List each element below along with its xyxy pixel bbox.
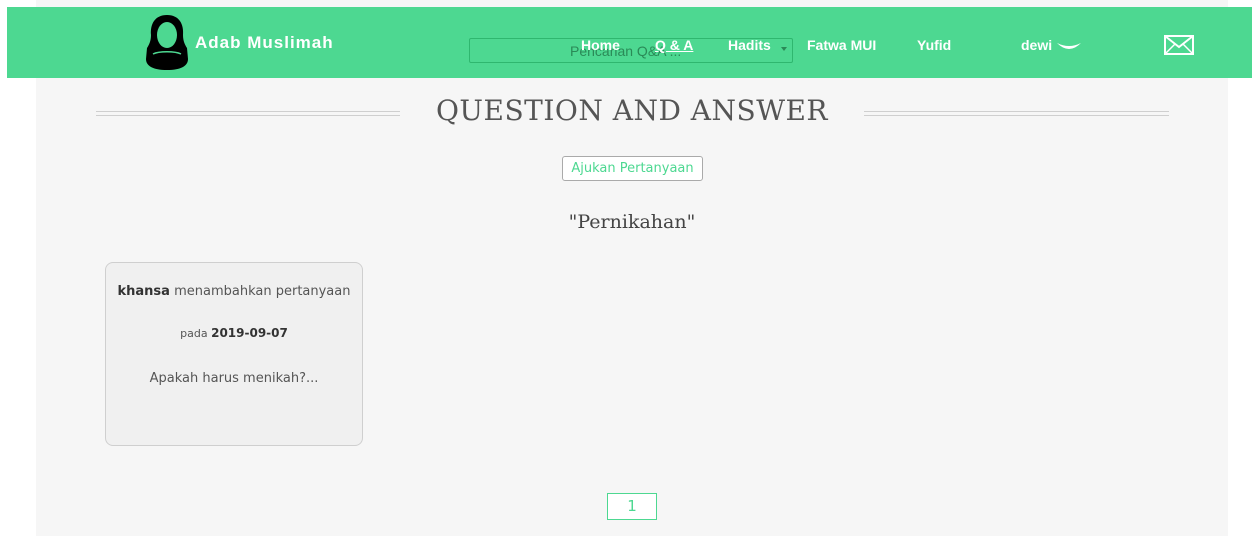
brand-name[interactable]: Adab Muslimah (195, 33, 334, 53)
nav-fatwa-mui[interactable]: Fatwa MUI (807, 37, 876, 53)
question-meta: khansa menambahkan pertanyaan (106, 284, 362, 299)
question-excerpt[interactable]: Apakah harus menikah?... (106, 371, 362, 386)
question-author[interactable]: khansa (118, 284, 170, 299)
user-menu[interactable]: dewi (1021, 37, 1082, 53)
user-name: dewi (1021, 37, 1053, 53)
mail-icon[interactable] (1164, 35, 1194, 55)
pagination-page-1[interactable]: 1 (607, 493, 657, 520)
question-card[interactable]: khansa menambahkan pertanyaan pada 2019-… (105, 262, 363, 446)
category-title: "Pernikahan" (568, 211, 696, 233)
page-title: QUESTION AND ANSWER (435, 94, 829, 127)
date-prefix: pada (180, 327, 208, 340)
chevron-down-icon (1057, 42, 1082, 49)
caret-down-icon (781, 47, 787, 51)
nav-home[interactable]: Home (581, 37, 620, 53)
question-date: 2019-09-07 (211, 326, 288, 340)
ask-question-button[interactable]: Ajukan Pertanyaan (562, 156, 703, 181)
hijab-woman-icon[interactable] (145, 13, 189, 71)
question-date-line: pada 2019-09-07 (106, 326, 362, 340)
nav-yufid[interactable]: Yufid (917, 37, 951, 53)
question-action: menambahkan pertanyaan (174, 284, 351, 299)
nav-hadits[interactable]: Hadits (728, 37, 771, 53)
nav-qa[interactable]: Q & A (655, 37, 693, 53)
